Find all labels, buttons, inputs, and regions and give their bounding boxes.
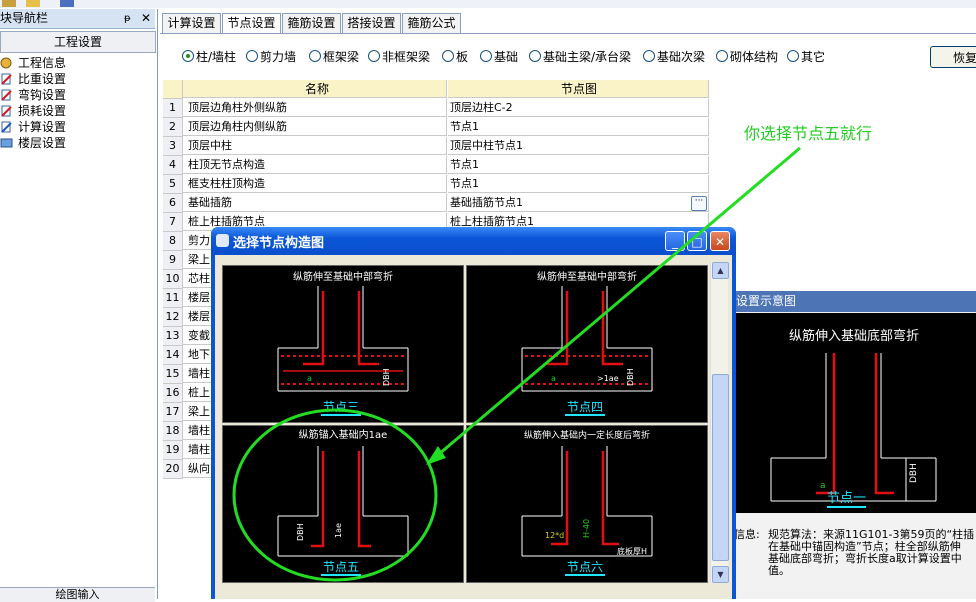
annotation-circle [232,408,438,582]
annotation-arrow [431,146,801,462]
annotation-overlay [232,146,801,582]
